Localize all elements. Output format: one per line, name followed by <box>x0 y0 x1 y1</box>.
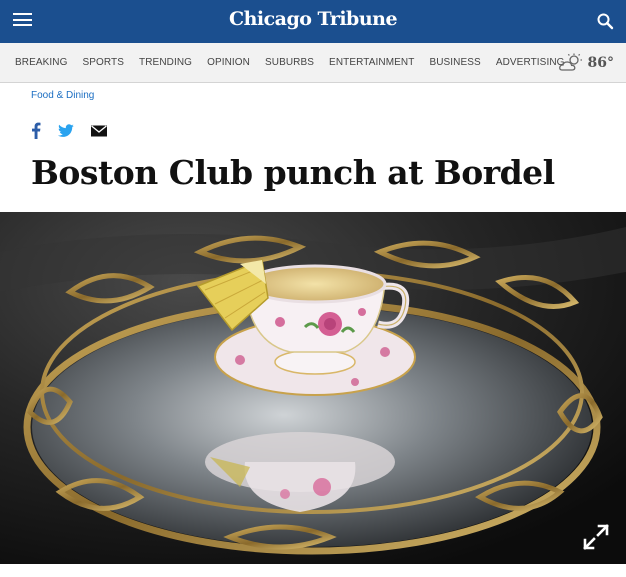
section-label-link[interactable]: Food & Dining <box>31 90 94 101</box>
temperature-reading: 86° <box>587 55 614 71</box>
weather-widget[interactable]: 86° <box>558 53 614 73</box>
nav-item-entertainment[interactable]: ENTERTAINMENT <box>329 57 414 68</box>
site-header: Chicago Tribune <box>0 0 626 43</box>
nav-item-sports[interactable]: SPORTS <box>82 57 124 68</box>
nav-item-breaking[interactable]: BREAKING <box>15 57 67 68</box>
nav-item-opinion[interactable]: OPINION <box>207 57 250 68</box>
search-icon[interactable] <box>596 12 614 30</box>
nav-item-business[interactable]: BUSINESS <box>429 57 480 68</box>
section-nav: BREAKING SPORTS TRENDING OPINION SUBURBS… <box>15 57 580 68</box>
article-hero-image[interactable] <box>0 212 626 564</box>
nav-item-trending[interactable]: TRENDING <box>139 57 192 68</box>
nav-item-advertising[interactable]: ADVERTISING <box>496 57 565 68</box>
share-bar <box>31 122 124 139</box>
article-headline: Boston Club punch at Bordel <box>31 153 555 192</box>
section-nav-bar: BREAKING SPORTS TRENDING OPINION SUBURBS… <box>0 43 626 83</box>
site-logo[interactable]: Chicago Tribune <box>0 8 626 30</box>
punch-teacup-photo <box>0 212 626 564</box>
email-icon[interactable] <box>91 124 107 137</box>
partly-cloudy-sun-icon <box>558 53 582 71</box>
twitter-icon[interactable] <box>58 123 74 138</box>
facebook-icon[interactable] <box>31 122 41 139</box>
expand-arrows-icon[interactable] <box>582 523 610 551</box>
nav-item-suburbs[interactable]: SUBURBS <box>265 57 314 68</box>
